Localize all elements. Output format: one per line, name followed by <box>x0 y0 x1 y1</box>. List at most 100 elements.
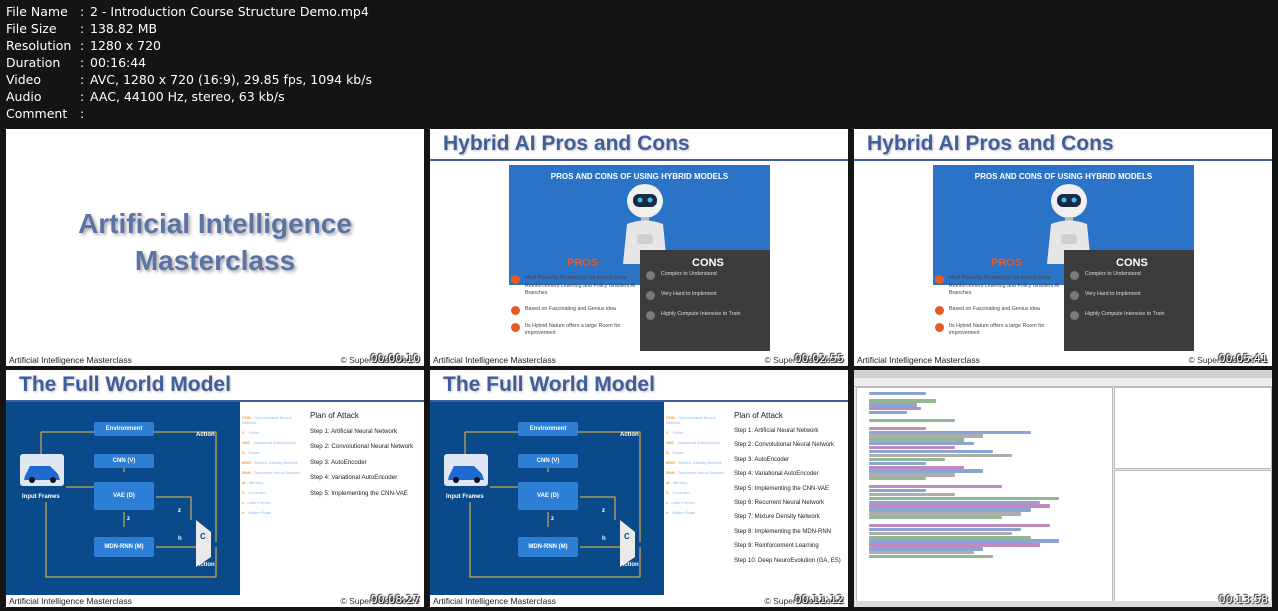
con-bullet-icon <box>1070 291 1079 300</box>
file-info-row: Resolution:1280 x 720 <box>6 38 162 53</box>
cnn-box: CNN (V) <box>518 454 578 468</box>
thumbnail-4[interactable]: The Full World Model Environment CNN (V)… <box>6 370 424 607</box>
slide-footer: Artificial Intelligence Masterclass © Su… <box>6 595 424 607</box>
heading-rule <box>854 159 1272 161</box>
code-line <box>869 449 993 454</box>
slide-footer: Artificial Intelligence Masterclass © Su… <box>430 595 848 607</box>
plan-step: Step 2: Convolutional Neural Network <box>734 442 835 449</box>
legend-value: - Hidden State <box>244 510 272 515</box>
code-editor <box>856 387 1113 603</box>
cons-item-text: Complex to Understand <box>661 271 717 277</box>
thumbnail-6[interactable]: 00:13:58 <box>854 370 1272 607</box>
code-line <box>869 457 945 462</box>
pro-bullet-icon <box>511 275 520 284</box>
plan-title: Plan of Attack <box>310 411 359 420</box>
legend-item: VAE - Variational AutoEncoder <box>242 440 306 445</box>
plan-step: Step 4: Variational AutoEncoder <box>734 471 819 478</box>
footer-course: Artificial Intelligence Masterclass <box>9 596 132 606</box>
legend-value: - Variational AutoEncoder <box>673 440 721 445</box>
pros-item: Its Hybrid Nature offers a large Room fo… <box>511 322 636 338</box>
pro-bullet-icon <box>935 305 944 315</box>
thumbnail-3[interactable]: Hybrid AI Pros and Cons PROS AND CONS OF… <box>854 129 1272 366</box>
environment-box: Environment <box>518 422 578 436</box>
slide-title: Artificial Intelligence Masterclass <box>78 205 352 279</box>
z-label: z <box>127 516 130 522</box>
cons-item-text: Very Hard to Implement <box>661 291 717 297</box>
legend-item: MDN - Mixture Density Network <box>242 460 306 465</box>
controller-label: C <box>200 532 206 541</box>
legend-item: h - Hidden State <box>242 510 306 515</box>
pros-cons-box: PROS AND CONS OF USING HYBRID MODELS PRO… <box>933 165 1194 351</box>
code-line <box>869 512 1021 516</box>
slide-heading: The Full World Model <box>443 373 655 396</box>
cons-label: CONS <box>692 257 724 269</box>
file-info-key: File Size <box>6 21 57 36</box>
code-line <box>869 527 1021 532</box>
file-explorer <box>1114 387 1272 469</box>
file-info-value: 2 - Introduction Course Structure Demo.m… <box>90 4 369 19</box>
heading-rule <box>430 159 848 161</box>
cons-list: Complex to Understand Very Hard to Imple… <box>1070 271 1192 331</box>
z-label: z <box>602 508 605 514</box>
slide-heading: Hybrid AI Pros and Cons <box>867 132 1114 155</box>
file-info-key: Video <box>6 72 42 87</box>
cons-item: Very Hard to Implement <box>1070 291 1192 300</box>
code-line <box>869 442 974 446</box>
pros-item-text: Its Hybrid Nature offers a large Room fo… <box>949 322 1045 337</box>
slide-title-line: Artificial Intelligence <box>78 207 352 239</box>
file-info-key: Resolution <box>6 38 72 53</box>
thumbnail-5[interactable]: The Full World Model Environment CNN (V)… <box>430 370 848 607</box>
legend-key: MDN <box>242 460 252 465</box>
controller-label: C <box>624 532 630 541</box>
console-pane <box>1114 470 1272 603</box>
timestamp: 00:00:10 <box>370 352 420 365</box>
legend-value: - Latent Vector <box>244 500 272 505</box>
pros-item-text: Most Powerful AI model by far in both De… <box>525 275 636 296</box>
timestamp: 00:13:58 <box>1218 593 1268 606</box>
code-line <box>869 434 983 438</box>
code-line <box>869 407 922 411</box>
legend: CNN - Convolutional Neural Network V - V… <box>666 415 730 520</box>
pro-bullet-icon <box>935 322 944 332</box>
slide-heading: The Full World Model <box>19 373 231 396</box>
legend-key: VAE <box>666 440 674 445</box>
cons-item: Complex to Understand <box>1070 271 1192 280</box>
code-line <box>869 465 964 469</box>
legend-item: z - Latent Vector <box>666 500 730 505</box>
footer-course: Artificial Intelligence Masterclass <box>433 355 556 365</box>
legend-value: - Latent Vector <box>668 500 696 505</box>
legend-item: z - Latent Vector <box>242 500 306 505</box>
code-line <box>869 504 1050 508</box>
cons-list: Complex to Understand Very Hard to Imple… <box>646 271 768 331</box>
code-line <box>869 484 1002 489</box>
code-line <box>869 531 1012 535</box>
footer-course: Artificial Intelligence Masterclass <box>9 355 132 365</box>
code-line <box>869 403 917 407</box>
cons-item: Highly Compute Intensive to Train <box>1070 311 1192 320</box>
z-label: z <box>551 516 554 522</box>
con-bullet-icon <box>646 271 655 280</box>
plan-step: Step 10: Deep NeuroEvolution (GA, ES) <box>734 557 841 564</box>
file-info-key: Duration <box>6 55 61 70</box>
cons-label: CONS <box>1116 257 1148 269</box>
thumbnail-2[interactable]: Hybrid AI Pros and Cons PROS AND CONS OF… <box>430 129 848 366</box>
file-info-row: Duration:00:16:44 <box>6 55 147 70</box>
pros-item-text: Most Powerful AI model by far in both De… <box>949 275 1060 296</box>
cons-item-text: Complex to Understand <box>1085 271 1141 277</box>
plan-step: Step 3: AutoEncoder <box>310 458 367 466</box>
code-line <box>869 418 955 423</box>
action-label: Action <box>620 562 639 568</box>
cons-item-text: Very Hard to Implement <box>1085 291 1141 297</box>
cons-item: Complex to Understand <box>646 271 768 280</box>
code-line <box>869 477 926 481</box>
legend-key: RNN <box>242 470 251 475</box>
car-icon <box>444 454 488 486</box>
legend-value: - Recurrent Neural Network <box>674 470 725 475</box>
slide-heading: Hybrid AI Pros and Cons <box>443 132 690 155</box>
thumbnail-1[interactable]: Artificial Intelligence Masterclass Arti… <box>6 129 424 366</box>
legend-value: - Recurrent Neural Network <box>250 470 301 475</box>
pros-item-text: Based on Fascinating and Genius idea <box>525 305 616 312</box>
con-bullet-icon <box>1070 311 1079 320</box>
car-icon <box>20 454 64 486</box>
z-label: z <box>178 508 181 514</box>
